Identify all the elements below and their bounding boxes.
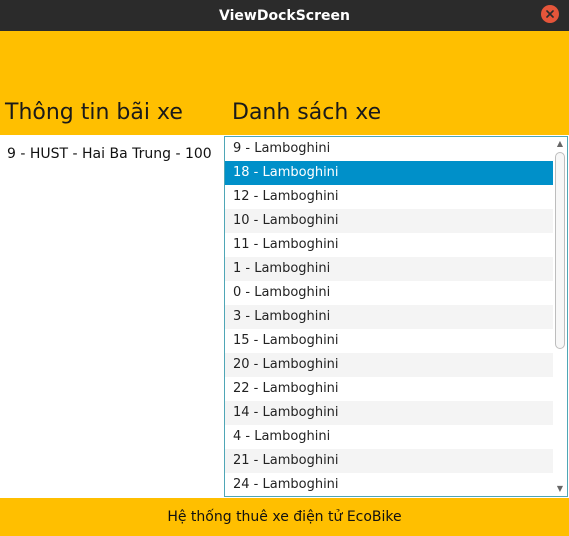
scroll-thumb[interactable]: [555, 152, 565, 349]
dock-info-text: 9 - HUST - Hai Ba Trung - 100: [7, 146, 212, 162]
scrollbar[interactable]: ▲ ▼: [553, 137, 567, 496]
bike-list-heading: Danh sách xe: [232, 100, 382, 125]
window-title: ViewDockScreen: [219, 7, 350, 24]
list-item[interactable]: 10 - Lamboghini: [225, 209, 554, 233]
list-item[interactable]: 4 - Lamboghini: [225, 425, 554, 449]
list-item[interactable]: 18 - Lamboghini: [225, 161, 554, 185]
footer-text: Hệ thống thuê xe điện tử EcoBike: [167, 509, 402, 525]
list-item[interactable]: 1 - Lamboghini: [225, 257, 554, 281]
list-item[interactable]: 0 - Lamboghini: [225, 281, 554, 305]
list-item[interactable]: 11 - Lamboghini: [225, 233, 554, 257]
dock-info-heading: Thông tin bãi xe: [5, 100, 183, 125]
list-item[interactable]: 14 - Lamboghini: [225, 401, 554, 425]
list-item[interactable]: 21 - Lamboghini: [225, 449, 554, 473]
list-item[interactable]: 15 - Lamboghini: [225, 329, 554, 353]
bike-list[interactable]: 9 - Lamboghini 18 - Lamboghini 12 - Lambog…: [224, 136, 568, 497]
list-item[interactable]: 22 - Lamboghini: [225, 377, 554, 401]
list-item[interactable]: 9 - Lamboghini: [225, 137, 554, 161]
list-item[interactable]: 20 - Lamboghini: [225, 353, 554, 377]
window-titlebar: ViewDockScreen: [0, 0, 569, 31]
list-item[interactable]: 3 - Lamboghini: [225, 305, 554, 329]
close-icon: [546, 10, 554, 18]
list-item[interactable]: 24 - Lamboghini: [225, 473, 554, 496]
footer: Hệ thống thuê xe điện tử EcoBike: [0, 498, 569, 536]
bike-list-items: 9 - Lamboghini 18 - Lamboghini 12 - Lambog…: [225, 137, 554, 496]
list-item[interactable]: 12 - Lamboghini: [225, 185, 554, 209]
dock-info-panel: 9 - HUST - Hai Ba Trung - 100: [0, 135, 224, 498]
close-button[interactable]: [541, 5, 559, 23]
scroll-up-icon[interactable]: ▲: [556, 140, 564, 148]
scroll-down-icon[interactable]: ▼: [556, 485, 564, 493]
